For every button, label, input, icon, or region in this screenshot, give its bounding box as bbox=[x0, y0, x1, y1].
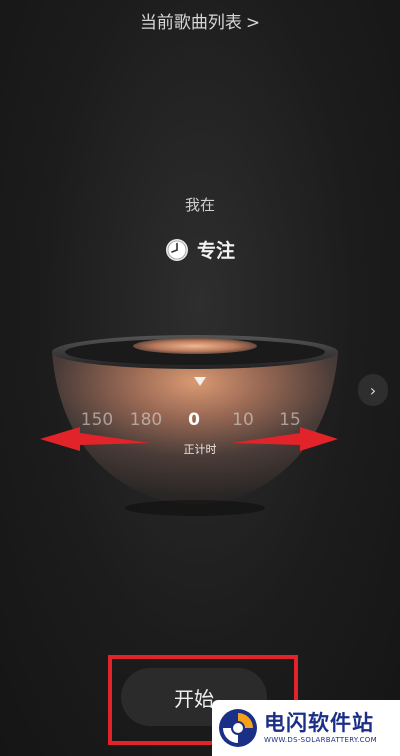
current-playlist-link[interactable]: 当前歌曲列表 > bbox=[0, 8, 400, 33]
swipe-left-arrow-icon bbox=[40, 427, 150, 451]
mode-label: 专注 bbox=[196, 240, 235, 262]
clock-icon bbox=[165, 238, 188, 261]
swipe-arrows-annotation bbox=[40, 427, 338, 451]
dial-pointer-icon bbox=[194, 377, 206, 386]
next-scene-button[interactable]: › bbox=[358, 374, 388, 406]
status-label: 我在 bbox=[184, 196, 215, 214]
chevron-right-icon: > bbox=[245, 13, 261, 33]
mode-selector[interactable]: 专注 bbox=[0, 236, 400, 263]
chevron-right-icon: › bbox=[369, 380, 377, 400]
site-watermark: 电闪软件站 WWW.DS-SOLARBATTERY.COM bbox=[212, 700, 400, 756]
playlist-label: 当前歌曲列表 bbox=[139, 13, 242, 33]
swipe-right-arrow-icon bbox=[232, 427, 338, 451]
focus-timer-screen: 当前歌曲列表 > 我在 专注 150 180 0 10 15 正计时 › 开始 … bbox=[0, 0, 400, 756]
site-logo-icon bbox=[219, 709, 257, 747]
watermark-url: WWW.DS-SOLARBATTERY.COM bbox=[264, 736, 377, 744]
watermark-title: 电闪软件站 bbox=[264, 711, 374, 735]
